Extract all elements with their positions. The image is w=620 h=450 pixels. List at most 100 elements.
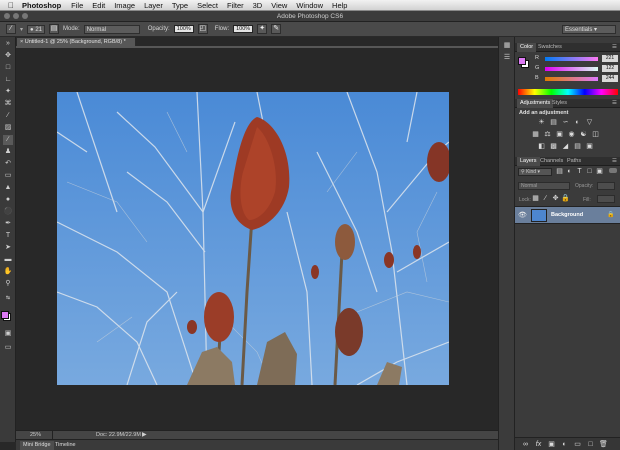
history-brush-tool-icon[interactable]: ↶	[3, 159, 13, 169]
menu-3d[interactable]: 3D	[253, 1, 263, 10]
menu-type[interactable]: Type	[172, 1, 188, 10]
menu-window[interactable]: Window	[296, 1, 323, 10]
tab-paths[interactable]: Paths	[564, 157, 584, 166]
menu-image[interactable]: Image	[114, 1, 135, 10]
opacity-field[interactable]: 100%	[173, 25, 194, 33]
blue-channel-slider[interactable]: B 244	[525, 75, 619, 83]
filter-type-icon[interactable]: T	[575, 167, 584, 176]
pen-tool-icon[interactable]: ✒	[3, 219, 13, 229]
brush-tool-icon[interactable]: ∕	[3, 135, 13, 145]
dodge-tool-icon[interactable]: ⚫	[3, 207, 13, 217]
brush-panel-toggle-icon[interactable]: ▤	[49, 24, 59, 34]
clone-stamp-tool-icon[interactable]: ♟	[3, 147, 13, 157]
rectangle-tool-icon[interactable]: ▬	[3, 255, 13, 265]
menu-view[interactable]: View	[271, 1, 287, 10]
status-menu-arrow-icon[interactable]: ▶	[142, 431, 147, 438]
close-window-button[interactable]	[4, 13, 10, 19]
panel-menu-icon[interactable]: ☰	[609, 157, 620, 166]
zoom-level[interactable]: 25%	[30, 432, 41, 438]
trash-icon[interactable]: 🗑	[599, 440, 608, 449]
panel-menu-icon[interactable]: ☰	[609, 99, 620, 108]
zoom-window-button[interactable]	[22, 13, 28, 19]
tab-swatches[interactable]: Swatches	[535, 43, 565, 52]
move-tool-icon[interactable]: ✥	[3, 51, 13, 61]
zoom-tool-icon[interactable]: ⚲	[3, 279, 13, 289]
airbrush-icon[interactable]: ✦	[257, 24, 268, 34]
filter-pixel-icon[interactable]: ▤	[555, 167, 564, 176]
menu-filter[interactable]: Filter	[227, 1, 244, 10]
workspace-select[interactable]: Essentials ▾	[562, 25, 616, 34]
path-selection-tool-icon[interactable]: ➤	[3, 243, 13, 253]
menu-file[interactable]: File	[71, 1, 83, 10]
eye-icon[interactable]: 👁	[518, 211, 527, 219]
properties-panel-icon[interactable]: ☰	[502, 53, 512, 63]
chevron-down-icon[interactable]: ▾	[20, 26, 23, 33]
history-panel-icon[interactable]: ▦	[502, 41, 512, 51]
new-adjustment-layer-icon[interactable]: ◐	[560, 440, 569, 449]
swap-colors-icon[interactable]: ↹	[3, 293, 13, 303]
filter-shape-icon[interactable]: □	[585, 167, 594, 176]
healing-brush-tool-icon[interactable]: ▨	[3, 123, 13, 133]
red-channel-slider[interactable]: R 221	[525, 55, 619, 63]
layer-kind-filter[interactable]: ⚲ Kind ▾	[518, 168, 552, 176]
menu-select[interactable]: Select	[197, 1, 218, 10]
invert-icon[interactable]: ◧	[537, 142, 546, 151]
photo-filter-icon[interactable]: ◉	[567, 130, 576, 139]
screen-mode-icon[interactable]: ▭	[3, 343, 13, 353]
pressure-size-icon[interactable]: ✎	[271, 24, 282, 34]
tab-color[interactable]: Color	[517, 43, 537, 52]
link-layers-icon[interactable]: ∞	[521, 440, 530, 449]
document-canvas[interactable]	[57, 92, 449, 385]
lasso-tool-icon[interactable]: ∟	[3, 75, 13, 85]
new-group-icon[interactable]: ▭	[573, 440, 582, 449]
lock-position-icon[interactable]: ✥	[551, 194, 560, 203]
tab-timeline[interactable]: Timeline	[52, 441, 79, 450]
blue-slider-track[interactable]	[545, 77, 598, 81]
crop-tool-icon[interactable]: ⌘	[3, 99, 13, 109]
selective-color-icon[interactable]: ▣	[585, 142, 594, 151]
lock-transparency-icon[interactable]: ▦	[531, 194, 540, 203]
blue-channel-value[interactable]: 244	[602, 75, 618, 82]
posterize-icon[interactable]: ▩	[549, 142, 558, 151]
tab-channels[interactable]: Channels	[537, 157, 566, 166]
layer-fill-field[interactable]	[597, 195, 615, 203]
new-layer-icon[interactable]: □	[586, 440, 595, 449]
curves-icon[interactable]: ∽	[561, 118, 570, 127]
color-lookup-icon[interactable]: ◫	[591, 130, 600, 139]
eyedropper-tool-icon[interactable]: ∕	[3, 111, 13, 121]
green-slider-track[interactable]	[545, 67, 598, 71]
hue-saturation-icon[interactable]: ▦	[531, 130, 540, 139]
menu-layer[interactable]: Layer	[144, 1, 163, 10]
black-white-icon[interactable]: ▣	[555, 130, 564, 139]
layer-style-icon[interactable]: fx	[534, 440, 543, 449]
red-channel-value[interactable]: 221	[602, 55, 618, 62]
tab-styles[interactable]: Styles	[549, 99, 570, 108]
green-channel-value[interactable]: 122	[602, 65, 618, 72]
quick-mask-icon[interactable]: ▣	[3, 329, 13, 339]
brightness-contrast-icon[interactable]: ☀	[537, 118, 546, 127]
blur-tool-icon[interactable]: ●	[3, 195, 13, 205]
layer-name[interactable]: Background	[551, 212, 583, 218]
marquee-tool-icon[interactable]: □	[3, 63, 13, 73]
tab-mini-bridge[interactable]: Mini Bridge	[20, 441, 54, 450]
lock-pixels-icon[interactable]: ∕	[541, 194, 550, 203]
panel-menu-icon[interactable]: ☰	[609, 43, 620, 52]
layer-opacity-field[interactable]	[597, 182, 615, 190]
blend-mode-select[interactable]: Normal	[518, 182, 570, 190]
close-tab-icon[interactable]: ×	[20, 39, 23, 45]
foreground-color-swatch[interactable]	[1, 311, 9, 319]
lock-all-icon[interactable]: 🔒	[561, 194, 570, 203]
brush-tool-preset-icon[interactable]: ∕	[6, 24, 16, 34]
minimize-window-button[interactable]	[13, 13, 19, 19]
red-slider-track[interactable]	[545, 57, 598, 61]
hand-tool-icon[interactable]: ✋	[3, 267, 13, 277]
tab-adjustments[interactable]: Adjustments	[517, 99, 554, 108]
green-channel-slider[interactable]: G 122	[525, 65, 619, 73]
flow-field[interactable]: 100%	[233, 25, 254, 33]
threshold-icon[interactable]: ◢	[561, 142, 570, 151]
vibrance-icon[interactable]: ▽	[585, 118, 594, 127]
levels-icon[interactable]: ▤	[549, 118, 558, 127]
pressure-opacity-icon[interactable]: ◰	[197, 24, 208, 34]
gradient-map-icon[interactable]: ▤	[573, 142, 582, 151]
menu-help[interactable]: Help	[332, 1, 347, 10]
